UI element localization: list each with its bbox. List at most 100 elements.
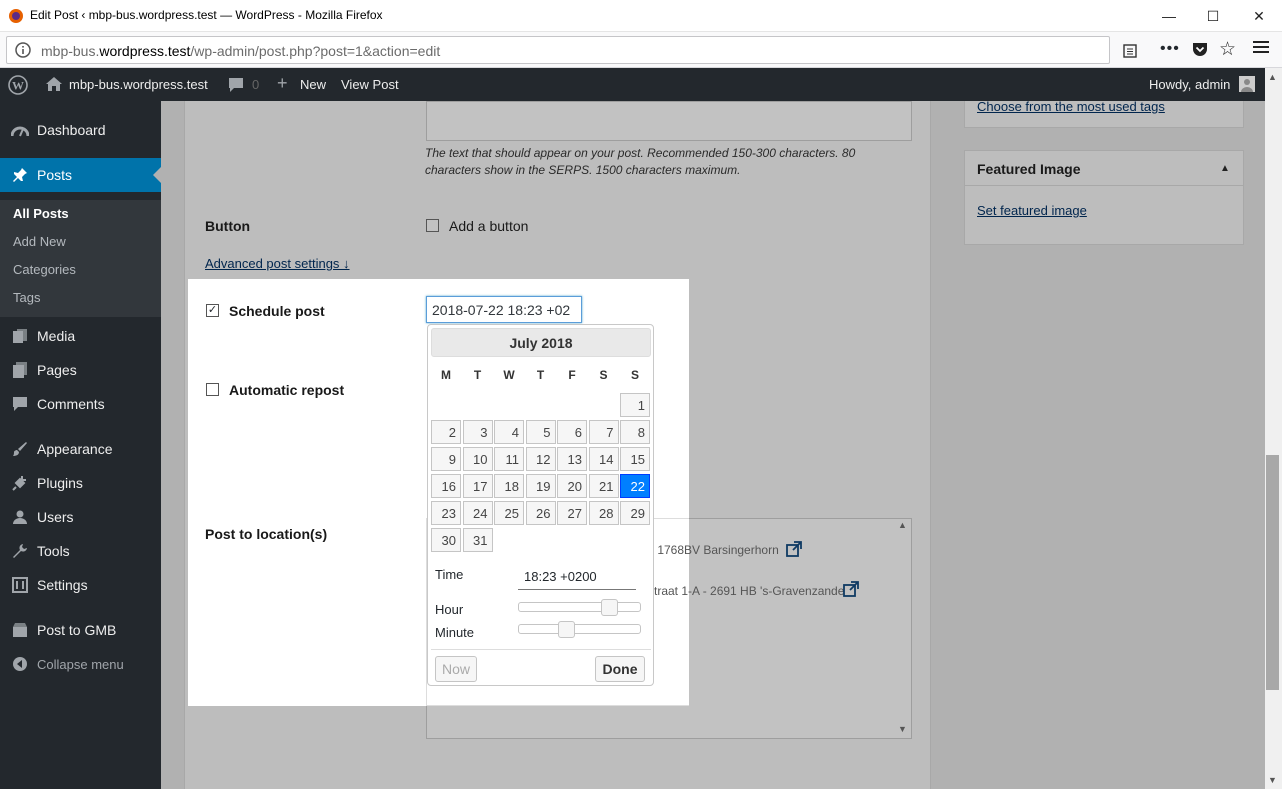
svg-text:W: W [12, 79, 24, 93]
most-used-tags-link[interactable]: Choose from the most used tags [977, 99, 1165, 114]
sidebar-item-plugins[interactable]: Plugins [0, 466, 161, 500]
minute-slider-handle[interactable] [558, 621, 576, 638]
external-link-icon[interactable] [843, 581, 859, 597]
submenu-all-posts[interactable]: All Posts [13, 206, 69, 221]
calendar-day[interactable]: 31 [462, 528, 493, 552]
calendar-day[interactable]: 13 [557, 447, 587, 471]
plus-icon[interactable]: + [277, 73, 288, 94]
calendar-day[interactable]: 4 [494, 420, 524, 444]
external-link-icon[interactable] [786, 541, 802, 557]
sidebar-item-settings[interactable]: Settings [0, 568, 161, 602]
calendar-day[interactable]: 22 [620, 474, 650, 498]
calendar-day[interactable]: 20 [557, 474, 587, 498]
sidebar-item-label: Plugins [37, 475, 83, 491]
new-content-link[interactable]: New [300, 77, 326, 92]
calendar-day[interactable]: 9 [431, 447, 461, 471]
sidebar-item-users[interactable]: Users [0, 500, 161, 534]
submenu-categories[interactable]: Categories [13, 262, 76, 277]
description-textarea[interactable] [426, 101, 912, 141]
calendar-day[interactable]: 26 [525, 501, 556, 525]
time-label: Time [435, 567, 464, 582]
calendar-day[interactable]: 7 [588, 420, 619, 444]
toggle-arrow-icon[interactable]: ▲ [1220, 163, 1230, 174]
minimize-icon[interactable]: — [1146, 0, 1192, 32]
sidebar-item-posts[interactable]: Posts [0, 158, 161, 192]
calendar-day[interactable]: 23 [431, 501, 461, 525]
calendar-day[interactable]: 27 [557, 501, 587, 525]
now-button[interactable]: Now [435, 656, 477, 682]
comments-icon[interactable] [228, 77, 244, 93]
howdy-user-link[interactable]: Howdy, admin [1149, 77, 1230, 92]
submenu-tags[interactable]: Tags [13, 290, 40, 305]
site-name-link[interactable]: mbp-bus.wordpress.test [69, 77, 208, 92]
calendar-day[interactable]: 25 [494, 501, 524, 525]
calendar-day[interactable]: 11 [494, 447, 524, 471]
calendar-day[interactable]: 8 [620, 420, 650, 444]
sidebar-item-dashboard[interactable]: Dashboard [0, 113, 161, 147]
pocket-icon[interactable] [1192, 42, 1208, 57]
done-button[interactable]: Done [595, 656, 645, 682]
scroll-down-icon[interactable]: ▼ [1268, 775, 1277, 785]
calendar-day[interactable]: 19 [525, 474, 556, 498]
sidebar-item-pages[interactable]: Pages [0, 353, 161, 387]
calendar-day[interactable]: 17 [462, 474, 493, 498]
calendar-day[interactable]: 24 [462, 501, 493, 525]
sidebar-item-appearance[interactable]: Appearance [0, 432, 161, 466]
sidebar-item-label: Users [37, 509, 74, 525]
submenu-add-new[interactable]: Add New [13, 234, 66, 249]
sidebar-item-post-to-gmb[interactable]: Post to GMB [0, 613, 161, 647]
hour-slider-handle[interactable] [600, 599, 618, 616]
datetime-picker: July 2018 MTWTFSS 1 2 3 4 5 6 7 8 9 10 11 12 13 14 15 1… [427, 324, 654, 686]
hour-slider[interactable] [518, 602, 641, 612]
list-scroll-down-icon[interactable]: ▼ [898, 724, 907, 734]
hamburger-menu-icon[interactable] [1253, 40, 1269, 54]
info-icon[interactable] [15, 42, 31, 58]
scrollbar-thumb[interactable] [1266, 455, 1279, 690]
minute-slider[interactable] [518, 624, 641, 634]
scroll-up-icon[interactable]: ▲ [1268, 72, 1277, 82]
view-post-link[interactable]: View Post [341, 77, 399, 92]
calendar-day[interactable]: 6 [557, 420, 587, 444]
calendar-day[interactable]: 14 [588, 447, 619, 471]
home-icon[interactable] [45, 76, 63, 92]
advanced-settings-link[interactable]: Advanced post settings ↓ [205, 256, 350, 271]
weekday-label: T [536, 368, 545, 382]
calendar-day[interactable]: 5 [525, 420, 556, 444]
list-scroll-up-icon[interactable]: ▲ [898, 520, 907, 530]
maximize-icon[interactable]: ☐ [1190, 0, 1236, 32]
calendar-day[interactable]: 1 [620, 393, 650, 417]
close-icon[interactable]: ✕ [1236, 0, 1282, 32]
pin-icon [0, 167, 37, 183]
calendar-day[interactable]: 10 [462, 447, 493, 471]
calendar-day[interactable]: 2 [431, 420, 461, 444]
comments-count[interactable]: 0 [252, 77, 259, 92]
calendar-day[interactable]: 3 [462, 420, 493, 444]
address-bar[interactable]: mbp-bus.wordpress.test/wp-admin/post.php… [6, 36, 1137, 64]
set-featured-image-link[interactable]: Set featured image [977, 203, 1087, 218]
sidebar-item-comments[interactable]: Comments [0, 387, 161, 421]
sidebar-item-tools[interactable]: Tools [0, 534, 161, 568]
calendar-day[interactable]: 29 [620, 501, 650, 525]
auto-repost-checkbox[interactable] [206, 383, 219, 396]
add-button-checkbox[interactable] [426, 219, 439, 232]
schedule-checkbox[interactable]: ✓ [206, 304, 219, 317]
calendar-day[interactable]: 12 [525, 447, 556, 471]
calendar-day[interactable]: 16 [431, 474, 461, 498]
calendar-day[interactable]: 30 [431, 528, 461, 552]
wordpress-logo-icon[interactable]: W [8, 75, 28, 95]
sidebar-item-media[interactable]: Media [0, 319, 161, 353]
calendar-day[interactable]: 21 [588, 474, 619, 498]
schedule-date-input[interactable] [426, 296, 582, 323]
calendar-day[interactable]: 18 [494, 474, 524, 498]
more-actions-icon[interactable]: ••• [1160, 40, 1180, 58]
collapse-menu-button[interactable]: Collapse menu [0, 647, 161, 681]
reader-view-icon[interactable] [1123, 44, 1137, 58]
location-item-1: - 1768BV Barsingerhorn [650, 543, 779, 557]
schedule-post-label: Schedule post [229, 303, 325, 319]
calendar-day[interactable]: 28 [588, 501, 619, 525]
firefox-icon [8, 8, 24, 24]
featured-image-title: Featured Image [977, 161, 1081, 177]
calendar-day[interactable]: 15 [620, 447, 650, 471]
avatar[interactable] [1239, 76, 1255, 92]
bookmark-star-icon[interactable]: ☆ [1219, 38, 1236, 61]
